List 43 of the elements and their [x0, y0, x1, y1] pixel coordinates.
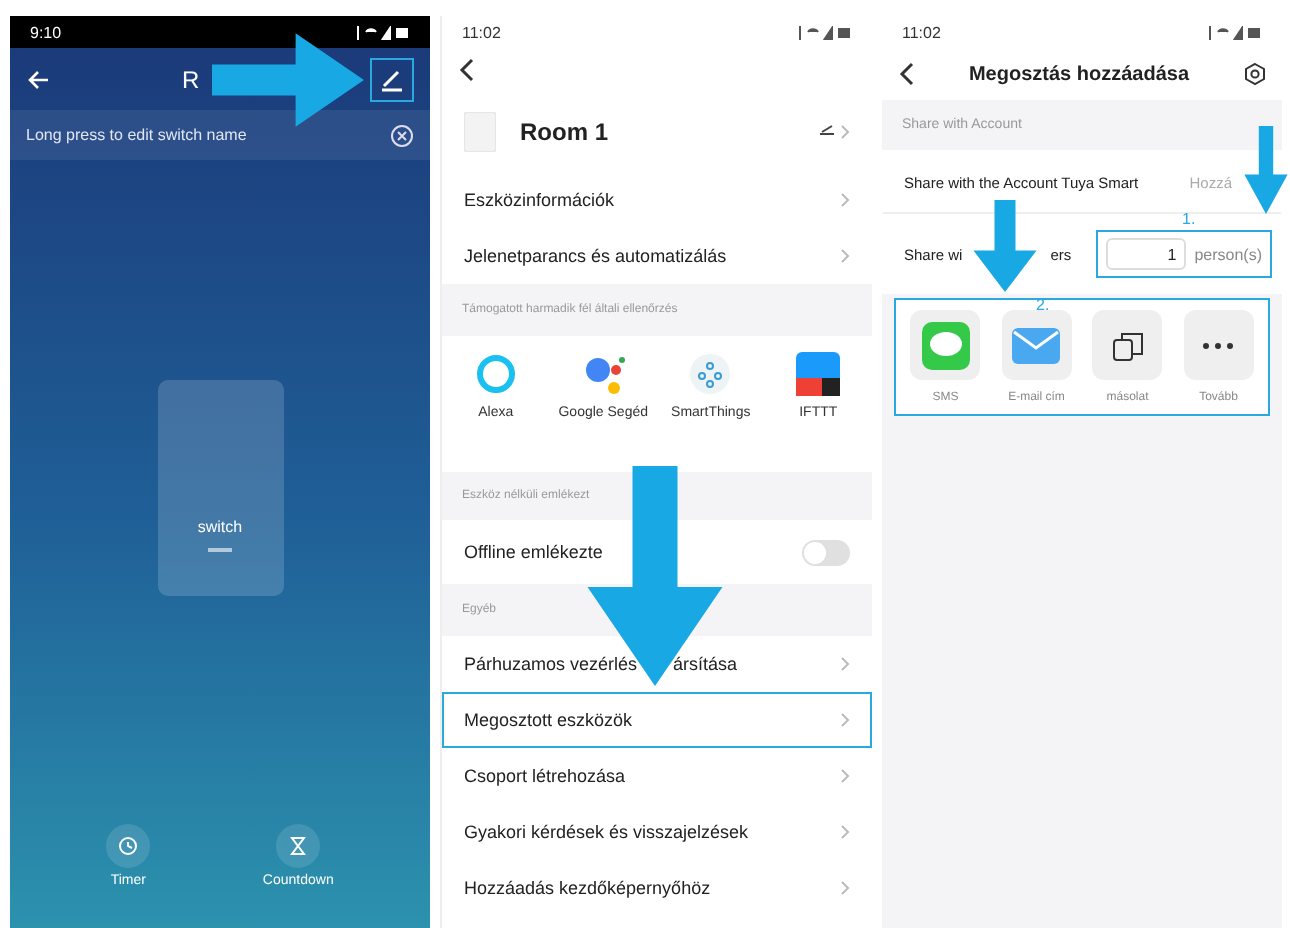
pointer-arrow — [970, 200, 1040, 292]
count-field[interactable]: 1 — [1106, 238, 1187, 270]
more-icon — [1202, 341, 1235, 349]
menu-item[interactable]: Megosztott eszközök — [442, 692, 872, 748]
hourglass-icon — [290, 836, 307, 856]
network-logo-icon — [688, 352, 733, 396]
chevron-icon — [840, 248, 850, 264]
status-icons — [796, 25, 852, 39]
status-icons — [1206, 25, 1262, 39]
settings-icon[interactable] — [1243, 62, 1266, 86]
chevron-icon — [840, 712, 850, 728]
message-icon — [921, 321, 970, 369]
edit-icon[interactable] — [370, 57, 414, 101]
edit-icon[interactable] — [818, 124, 834, 136]
chevron-icon — [840, 656, 850, 672]
toggle-switch[interactable] — [802, 539, 850, 565]
close-icon[interactable] — [390, 123, 414, 147]
screen-title: R — [182, 65, 200, 93]
back-icon[interactable] — [898, 62, 914, 86]
status-time: 11:02 — [902, 23, 941, 41]
copy-icon — [1111, 329, 1144, 361]
chevron-icon — [840, 768, 850, 784]
dots-logo-icon — [581, 352, 626, 396]
chevron-icon — [840, 880, 850, 896]
switch-card[interactable]: switch — [157, 380, 283, 596]
chevron-icon — [840, 824, 850, 840]
ring-logo-icon — [473, 352, 518, 396]
status-icons — [354, 25, 410, 39]
hint-text: Long press to edit switch name — [26, 126, 247, 144]
status-time: 9:10 — [30, 23, 62, 41]
unit-label: person(s) — [1194, 245, 1262, 263]
switch-label: switch — [197, 518, 243, 536]
switch-device-icon — [464, 112, 496, 152]
status-time: 11:02 — [462, 23, 501, 41]
square-logo-icon — [796, 352, 841, 396]
envelope-icon — [1012, 327, 1061, 363]
chevron-icon — [840, 124, 850, 140]
pointer-arrow — [1242, 126, 1290, 214]
chevron-icon — [840, 192, 850, 208]
back-icon[interactable] — [458, 58, 474, 82]
step-label: 1. — [1182, 210, 1196, 228]
screen-title: Megosztás hozzáadása — [968, 63, 1190, 85]
clock-icon — [118, 836, 139, 856]
